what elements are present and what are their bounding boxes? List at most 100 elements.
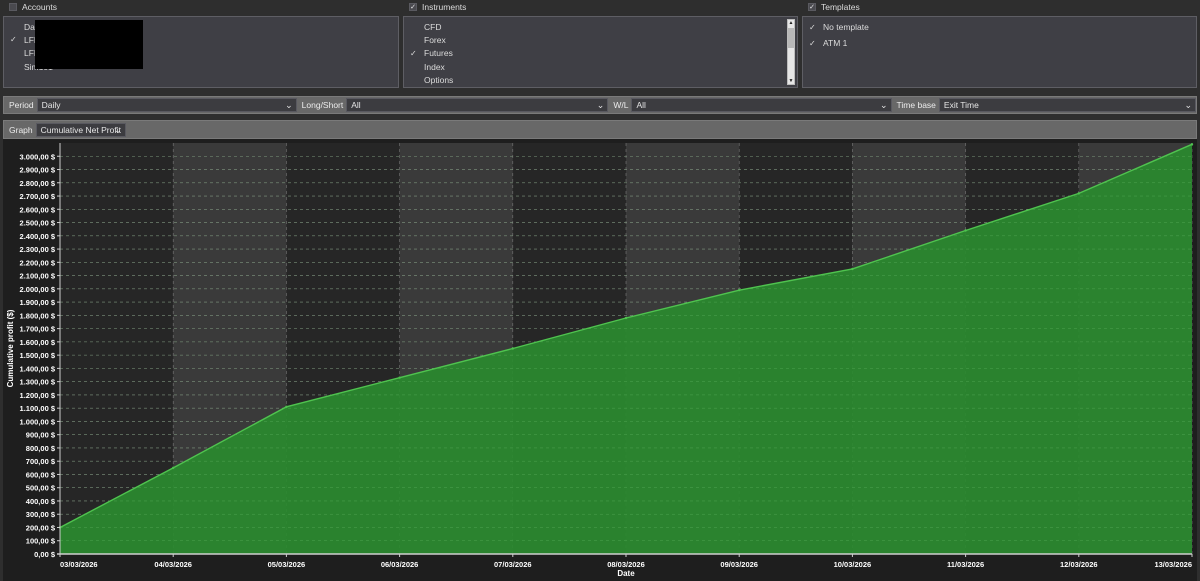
chevron-down-icon: ⌄ — [1184, 100, 1192, 110]
data-point — [1077, 192, 1081, 195]
x-tick-label: 07/03/2026 — [494, 560, 532, 569]
y-tick-label: 2.600,00 $ — [20, 205, 56, 214]
y-tick-label: 700,00 $ — [26, 457, 56, 466]
instruments-header[interactable]: ✓ Instruments — [409, 1, 466, 13]
templates-list-box: ✓ No template ✓ ATM 1 — [802, 16, 1197, 88]
y-tick-label: 0,00 $ — [34, 550, 56, 559]
y-tick-label: 600,00 $ — [26, 470, 56, 479]
instruments-item-check-icon: ✓ — [410, 48, 417, 58]
timebase-label: Time base — [896, 100, 936, 110]
graph-toolbar: Graph Cumulative Net Profit ⌄ — [3, 120, 1197, 139]
y-tick-label: 2.900,00 $ — [20, 166, 56, 175]
chevron-down-icon: ⌄ — [114, 124, 122, 135]
instruments-list-box: CFD Forex ✓ Futures Index Options ▲ ▼ — [403, 16, 798, 88]
x-tick-label: 05/03/2026 — [268, 560, 306, 569]
instruments-list-item[interactable]: Forex — [404, 33, 797, 46]
wl-select[interactable]: All ⌄ — [631, 98, 892, 112]
accounts-panel: Accounts Davi ✓LFFC LFFC Sim101 — [3, 0, 399, 91]
y-tick-label: 500,00 $ — [26, 484, 56, 493]
instruments-item-label: Index — [424, 61, 445, 72]
templates-item-check-icon: ✓ — [809, 22, 816, 32]
templates-header[interactable]: ✓ Templates — [808, 1, 860, 13]
x-tick-label: 12/03/2026 — [1060, 560, 1098, 569]
x-tick-label: 10/03/2026 — [834, 560, 872, 569]
instruments-header-checkbox[interactable]: ✓ — [409, 3, 417, 11]
templates-item-check-icon: ✓ — [809, 38, 816, 48]
data-point — [624, 316, 628, 320]
y-tick-label: 1.600,00 $ — [20, 338, 56, 347]
data-point — [851, 267, 854, 271]
y-tick-label: 1.700,00 $ — [20, 325, 56, 334]
instruments-item-label: Forex — [424, 34, 446, 45]
instruments-item-label: Futures — [424, 48, 453, 59]
instruments-item-label: CFD — [424, 21, 442, 32]
instruments-header-label: Instruments — [422, 2, 467, 12]
y-tick-label: 900,00 $ — [26, 431, 56, 440]
templates-item-label: ATM 1 — [823, 38, 848, 48]
y-tick-label: 100,00 $ — [26, 537, 56, 546]
instruments-list-item[interactable]: Options — [404, 73, 797, 86]
y-tick-label: 1.300,00 $ — [20, 378, 56, 387]
y-tick-label: 2.500,00 $ — [20, 219, 56, 228]
period-select-value: Daily — [41, 100, 61, 110]
y-tick-label: 1.500,00 $ — [20, 351, 56, 360]
templates-list-item[interactable]: ✓ No template — [803, 19, 1196, 35]
x-tick-label: 09/03/2026 — [720, 560, 758, 569]
wl-select-value: All — [636, 100, 646, 110]
y-tick-label: 2.800,00 $ — [20, 179, 56, 188]
data-point — [172, 466, 175, 470]
scroll-up-arrow-icon[interactable]: ▲ — [788, 20, 794, 26]
y-tick-label: 1.200,00 $ — [20, 391, 56, 400]
x-tick-label: 06/03/2026 — [381, 560, 419, 569]
y-tick-label: 1.400,00 $ — [20, 364, 56, 373]
data-point — [511, 347, 514, 350]
graph-select[interactable]: Cumulative Net Profit ⌄ — [35, 122, 126, 137]
period-select[interactable]: Daily ⌄ — [36, 98, 297, 112]
graph-label: Graph — [9, 124, 33, 135]
y-tick-label: 2.700,00 $ — [20, 192, 56, 201]
x-tick-label: 03/03/2026 — [60, 560, 98, 569]
period-label: Period — [9, 100, 34, 110]
instruments-list-item[interactable]: Index — [404, 60, 797, 73]
data-point — [964, 229, 967, 232]
longshort-select[interactable]: All ⌄ — [346, 98, 609, 112]
redaction-box — [35, 20, 143, 69]
y-tick-label: 2.300,00 $ — [20, 245, 56, 254]
y-tick-label: 2.200,00 $ — [20, 258, 56, 267]
templates-item-label: No template — [823, 22, 869, 32]
y-tick-label: 1.000,00 $ — [20, 417, 56, 426]
accounts-list-box: Davi ✓LFFC LFFC Sim101 — [3, 16, 399, 88]
y-tick-label: 1.800,00 $ — [20, 311, 56, 320]
y-tick-label: 2.000,00 $ — [20, 285, 56, 294]
scrollbar-thumb[interactable] — [788, 28, 794, 48]
timebase-select[interactable]: Exit Time ⌄ — [938, 98, 1196, 112]
y-tick-label: 2.100,00 $ — [20, 272, 56, 281]
longshort-label: Long/Short — [301, 100, 344, 110]
x-axis-title: Date — [617, 569, 635, 578]
templates-list-item[interactable]: ✓ ATM 1 — [803, 35, 1196, 51]
instruments-panel: ✓ Instruments CFD Forex ✓ Futures Index O… — [403, 0, 798, 91]
data-point — [398, 376, 401, 379]
timebase-select-value: Exit Time — [943, 100, 979, 110]
wl-label: W/L — [613, 100, 629, 110]
x-tick-label: 04/03/2026 — [154, 560, 192, 569]
accounts-header-checkbox[interactable] — [9, 3, 17, 11]
y-tick-label: 300,00 $ — [26, 510, 56, 519]
graph-select-value: Cumulative Net Profit — [40, 124, 121, 135]
instruments-list: CFD Forex ✓ Futures Index Options — [404, 20, 797, 86]
instruments-list-item[interactable]: CFD — [404, 20, 797, 33]
data-point — [1190, 143, 1194, 146]
instruments-list-item[interactable]: ✓ Futures — [404, 47, 797, 60]
y-tick-label: 1.900,00 $ — [20, 298, 56, 307]
x-tick-label: 13/03/2026 — [1154, 560, 1192, 569]
accounts-header[interactable]: Accounts — [9, 1, 57, 13]
x-tick-label: 11/03/2026 — [947, 560, 984, 569]
scroll-down-arrow-icon[interactable]: ▼ — [788, 78, 794, 84]
templates-header-checkbox[interactable]: ✓ — [808, 3, 816, 11]
y-tick-label: 2.400,00 $ — [20, 232, 56, 241]
templates-list: ✓ No template ✓ ATM 1 — [803, 19, 1196, 51]
instruments-item-label: Options — [424, 74, 454, 85]
instruments-scrollbar[interactable]: ▲ ▼ — [787, 19, 795, 85]
accounts-header-label: Accounts — [22, 2, 57, 12]
templates-header-label: Templates — [821, 2, 860, 12]
